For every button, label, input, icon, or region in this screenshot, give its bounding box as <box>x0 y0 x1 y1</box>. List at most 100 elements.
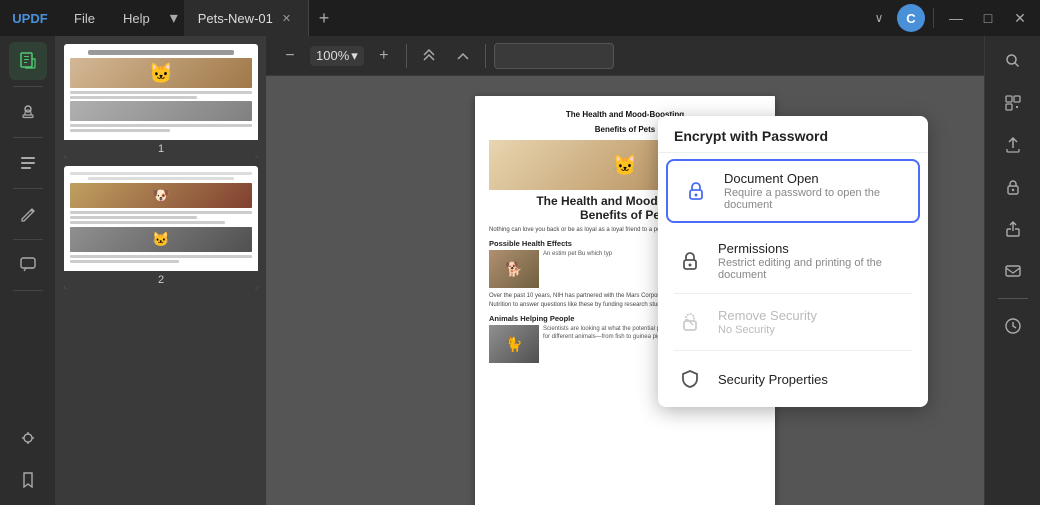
lock-icon <box>680 175 712 207</box>
titlebar-separator <box>933 8 934 28</box>
dropdown-item-permissions-title: Permissions <box>718 241 912 256</box>
dropdown-item-remove-security-title: Remove Security <box>718 308 912 323</box>
thumb-image-1: 🐱 <box>70 58 252 88</box>
dropdown-item-document-open[interactable]: Document Open Require a password to open… <box>666 159 920 223</box>
dropdown-item-security-properties-text: Security Properties <box>718 372 912 387</box>
thumb-page-label-1: 1 <box>64 140 258 158</box>
main-area: 🐱 1 🐶 🐱 2 <box>0 36 1040 505</box>
lock-outline-icon <box>674 245 706 277</box>
thumb2-img: 🐶 <box>70 183 252 208</box>
titlebar-right-controls: ∨ C — □ ✕ <box>865 4 1034 32</box>
app-logo: UPDF <box>0 11 60 26</box>
document-view[interactable]: The Health and Mood-Boosting Benefits of… <box>266 76 984 505</box>
thumb2-t1 <box>70 172 252 175</box>
sidebar-bookmark-icon[interactable] <box>9 461 47 499</box>
menu-help[interactable]: Help <box>109 0 164 36</box>
tab-close-button[interactable]: ✕ <box>279 10 294 27</box>
thumb-page-label-2: 2 <box>64 271 258 289</box>
thumb-text-3 <box>70 124 252 127</box>
menu-bar: File Help <box>60 0 164 36</box>
content-wrap: − 100% ▾ + The <box>266 36 984 505</box>
sidebar-edit-icon[interactable] <box>9 195 47 233</box>
chevron-down-icon[interactable]: ∨ <box>865 4 893 32</box>
thumb-text-2 <box>70 96 197 99</box>
zoom-level-text: 100% <box>316 48 349 63</box>
sidebar-layers-icon[interactable] <box>9 419 47 457</box>
thumb2-t4 <box>70 216 197 219</box>
dropdown-item-permissions[interactable]: Permissions Restrict editing and printin… <box>658 229 928 293</box>
thumb2-t3 <box>70 211 252 214</box>
dropdown-header: Encrypt with Password <box>658 116 928 153</box>
dropdown-item-document-open-subtitle: Require a password to open the document <box>724 187 906 211</box>
close-button[interactable]: ✕ <box>1006 4 1034 32</box>
encrypt-dropdown-menu: Encrypt with Password Document Open Requ… <box>658 116 928 407</box>
thumb-content-1: 🐱 <box>64 44 258 140</box>
sidebar-separator-2 <box>13 137 43 138</box>
sidebar-separator-1 <box>13 86 43 87</box>
thumbnail-page-1[interactable]: 🐱 1 <box>64 44 258 158</box>
sidebar-list-icon[interactable] <box>9 144 47 182</box>
security-toolbar-box[interactable] <box>494 43 614 69</box>
doc-col-image-1: 🐕 <box>489 250 539 288</box>
right-history-icon[interactable] <box>994 307 1032 345</box>
thumb2-t6 <box>70 255 252 258</box>
dropdown-item-security-properties-title: Security Properties <box>718 372 912 387</box>
right-search-icon[interactable] <box>994 42 1032 80</box>
right-separator <box>998 298 1028 299</box>
thumb-content-2: 🐶 🐱 <box>64 166 258 271</box>
sidebar-right <box>984 36 1040 505</box>
menu-file[interactable]: File <box>60 0 109 36</box>
dropdown-item-permissions-subtitle: Restrict editing and printing of the doc… <box>718 257 912 281</box>
right-email-icon[interactable] <box>994 252 1032 290</box>
toolbar-separator-1 <box>406 44 407 68</box>
thumb-text-1 <box>70 91 252 94</box>
lock-remove-icon <box>674 306 706 338</box>
doc-col-image-2: 🐈 <box>489 325 539 363</box>
right-scan-icon[interactable] <box>994 84 1032 122</box>
shield-icon <box>674 363 706 395</box>
nav-top-button[interactable] <box>415 42 443 70</box>
sidebar-separator-4 <box>13 239 43 240</box>
active-tab[interactable]: Pets-New-01 ✕ <box>184 0 309 36</box>
maximize-button[interactable]: □ <box>974 4 1002 32</box>
zoom-in-button[interactable]: + <box>370 42 398 70</box>
sidebar-comment-icon[interactable] <box>9 246 47 284</box>
toolbar: − 100% ▾ + <box>266 36 984 76</box>
titlebar: UPDF File Help ▾ Pets-New-01 ✕ + ∨ C — □… <box>0 0 1040 36</box>
thumbnail-page-2[interactable]: 🐶 🐱 2 <box>64 166 258 289</box>
zoom-out-button[interactable]: − <box>276 42 304 70</box>
sidebar-document-icon[interactable] <box>9 42 47 80</box>
toolbar-separator-2 <box>485 44 486 68</box>
thumb2-t5 <box>70 221 225 224</box>
sidebar-stamp-icon[interactable] <box>9 93 47 131</box>
thumb2-img2: 🐱 <box>70 227 252 252</box>
right-export-icon[interactable] <box>994 126 1032 164</box>
dropdown-item-permissions-text: Permissions Restrict editing and printin… <box>718 241 912 281</box>
tab-dropdown-arrow[interactable]: ▾ <box>164 8 184 28</box>
right-protect-icon[interactable] <box>994 168 1032 206</box>
thumb2-t7 <box>70 260 179 263</box>
dropdown-item-document-open-text: Document Open Require a password to open… <box>724 171 906 211</box>
new-tab-button[interactable]: + <box>309 3 339 33</box>
thumb2-t2 <box>88 177 234 180</box>
dropdown-item-remove-security[interactable]: Remove Security No Security <box>658 294 928 350</box>
dropdown-item-security-properties[interactable]: Security Properties <box>658 351 928 407</box>
sidebar-left <box>0 36 56 505</box>
zoom-dropdown-arrow[interactable]: ▾ <box>351 48 358 64</box>
nav-up-button[interactable] <box>449 42 477 70</box>
minimize-button[interactable]: — <box>942 4 970 32</box>
tab-label: Pets-New-01 <box>198 11 273 26</box>
thumb-text-4 <box>70 129 170 132</box>
dropdown-item-remove-security-text: Remove Security No Security <box>718 308 912 336</box>
user-avatar[interactable]: C <box>897 4 925 32</box>
thumb-title-1 <box>88 50 234 55</box>
right-share-icon[interactable] <box>994 210 1032 248</box>
dropdown-item-remove-security-subtitle: No Security <box>718 324 912 336</box>
sidebar-separator-5 <box>13 290 43 291</box>
thumb-img2 <box>70 101 252 121</box>
dropdown-item-document-open-title: Document Open <box>724 171 906 186</box>
tab-area: Pets-New-01 ✕ + <box>184 0 865 36</box>
thumbnail-panel: 🐱 1 🐶 🐱 2 <box>56 36 266 505</box>
sidebar-separator-3 <box>13 188 43 189</box>
zoom-area: 100% ▾ <box>310 46 364 66</box>
